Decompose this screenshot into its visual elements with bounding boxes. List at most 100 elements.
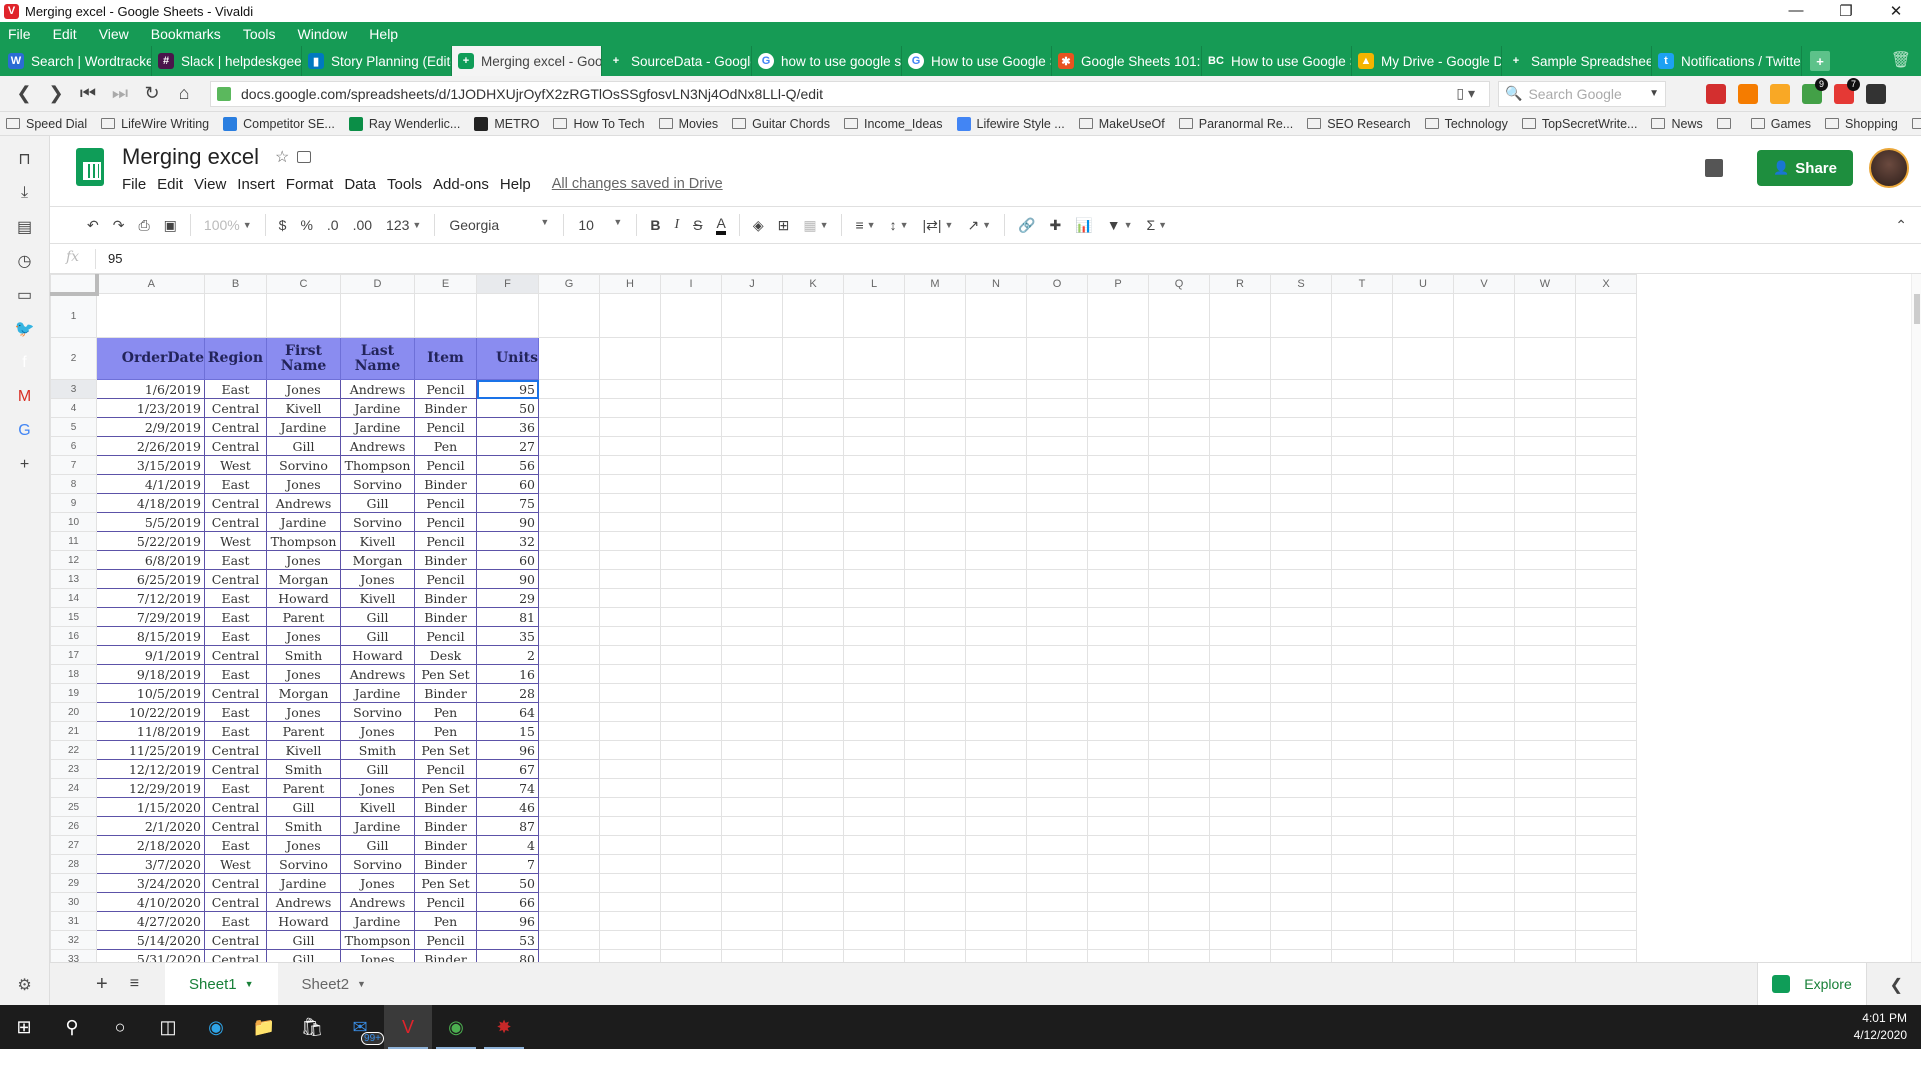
cell[interactable] <box>904 293 966 338</box>
cell[interactable]: Jones <box>340 873 415 893</box>
cell[interactable] <box>599 379 661 399</box>
search-taskbar-icon[interactable]: ⚲ <box>48 1005 96 1049</box>
cell[interactable] <box>1575 512 1637 532</box>
cell[interactable] <box>660 930 722 950</box>
cell[interactable] <box>1453 607 1515 627</box>
cell[interactable]: Gill <box>340 626 415 646</box>
cell[interactable] <box>204 293 267 338</box>
cell[interactable] <box>904 474 966 494</box>
cell[interactable] <box>843 493 905 513</box>
cell[interactable] <box>1270 835 1332 855</box>
doc-menu-view[interactable]: View <box>194 176 226 193</box>
cell[interactable] <box>538 379 600 399</box>
forward-button[interactable]: ❯ <box>40 83 72 104</box>
cell[interactable]: Pen Set <box>414 873 477 893</box>
cell[interactable] <box>1331 892 1393 912</box>
facebook-icon[interactable]: f <box>0 346 49 380</box>
cell[interactable] <box>1087 493 1149 513</box>
system-clock[interactable]: 4:01 PM 4/12/2020 <box>1854 1010 1907 1044</box>
cell[interactable] <box>1087 531 1149 551</box>
cell[interactable] <box>1575 379 1637 399</box>
cell[interactable] <box>1331 740 1393 760</box>
cell[interactable] <box>1331 835 1393 855</box>
cell[interactable]: 7/29/2019 <box>96 607 205 627</box>
cell[interactable] <box>904 664 966 684</box>
cell[interactable] <box>1392 778 1454 798</box>
cell[interactable]: 90 <box>476 512 539 532</box>
cell[interactable] <box>1331 531 1393 551</box>
cell[interactable] <box>1514 892 1576 912</box>
cell[interactable] <box>1331 759 1393 779</box>
cell[interactable] <box>904 455 966 475</box>
cell[interactable] <box>904 930 966 950</box>
cell[interactable] <box>1392 436 1454 456</box>
cell[interactable] <box>1392 455 1454 475</box>
cell[interactable] <box>1575 474 1637 494</box>
row-header[interactable]: 3 <box>50 379 97 399</box>
cell[interactable]: 1/15/2020 <box>96 797 205 817</box>
closed-tabs-trash-icon[interactable]: 🗑 <box>1891 50 1911 70</box>
cell[interactable] <box>782 911 844 931</box>
cell[interactable]: 60 <box>476 550 539 570</box>
column-header-p[interactable]: P <box>1087 274 1149 294</box>
cell[interactable] <box>1209 588 1271 608</box>
restore-button[interactable]: ❐ <box>1821 2 1871 20</box>
cell[interactable]: Pen <box>414 436 477 456</box>
cell[interactable] <box>1209 550 1271 570</box>
cell[interactable] <box>965 455 1027 475</box>
cell[interactable] <box>538 569 600 589</box>
cell[interactable] <box>1270 930 1332 950</box>
cell[interactable] <box>843 664 905 684</box>
cell[interactable] <box>1026 759 1088 779</box>
cell[interactable] <box>782 493 844 513</box>
cell[interactable] <box>721 626 783 646</box>
cell[interactable] <box>1209 626 1271 646</box>
cell[interactable] <box>843 379 905 399</box>
cell[interactable] <box>1209 512 1271 532</box>
browser-tab[interactable]: # Slack | helpdeskgeek <box>152 46 302 76</box>
cell[interactable] <box>1331 379 1393 399</box>
add-sheet-button[interactable]: + <box>96 973 108 996</box>
cell[interactable]: Gill <box>266 436 341 456</box>
cell[interactable] <box>1209 683 1271 703</box>
cell[interactable] <box>1453 873 1515 893</box>
cell[interactable] <box>1331 569 1393 589</box>
cell[interactable] <box>1148 550 1210 570</box>
cell[interactable] <box>1514 512 1576 532</box>
column-header-s[interactable]: S <box>1270 274 1332 294</box>
cell[interactable] <box>538 588 600 608</box>
cell[interactable] <box>1209 398 1271 418</box>
row-header[interactable]: 23 <box>50 759 97 779</box>
cell[interactable]: 96 <box>476 911 539 931</box>
cell[interactable] <box>721 854 783 874</box>
cell[interactable] <box>904 702 966 722</box>
cell[interactable] <box>538 759 600 779</box>
cell[interactable]: Jardine <box>266 512 341 532</box>
cell[interactable]: 36 <box>476 417 539 437</box>
game-app-icon[interactable]: ✸ <box>480 1005 528 1049</box>
cell[interactable]: 50 <box>476 873 539 893</box>
cell[interactable] <box>1087 455 1149 475</box>
cell[interactable] <box>843 778 905 798</box>
cell[interactable] <box>1331 873 1393 893</box>
cell[interactable] <box>1270 645 1332 665</box>
cell[interactable] <box>1453 417 1515 437</box>
cell[interactable] <box>1148 740 1210 760</box>
cell[interactable] <box>721 398 783 418</box>
cell[interactable]: Gill <box>340 759 415 779</box>
undo-icon[interactable]: ↶ <box>87 217 99 234</box>
sheet-tab-menu-icon[interactable]: ▼ <box>357 979 366 989</box>
bookmark-item[interactable]: Speed Dial <box>6 117 87 131</box>
cell[interactable]: Central <box>204 759 267 779</box>
cell[interactable]: Jones <box>340 721 415 741</box>
cell[interactable] <box>660 835 722 855</box>
cell[interactable]: Central <box>204 892 267 912</box>
cell[interactable] <box>1453 398 1515 418</box>
cell[interactable] <box>1331 493 1393 513</box>
cell[interactable] <box>96 293 205 338</box>
cell[interactable] <box>1209 455 1271 475</box>
cell[interactable] <box>721 293 783 338</box>
cell[interactable] <box>1514 797 1576 817</box>
cell[interactable] <box>1453 474 1515 494</box>
cell[interactable] <box>782 455 844 475</box>
